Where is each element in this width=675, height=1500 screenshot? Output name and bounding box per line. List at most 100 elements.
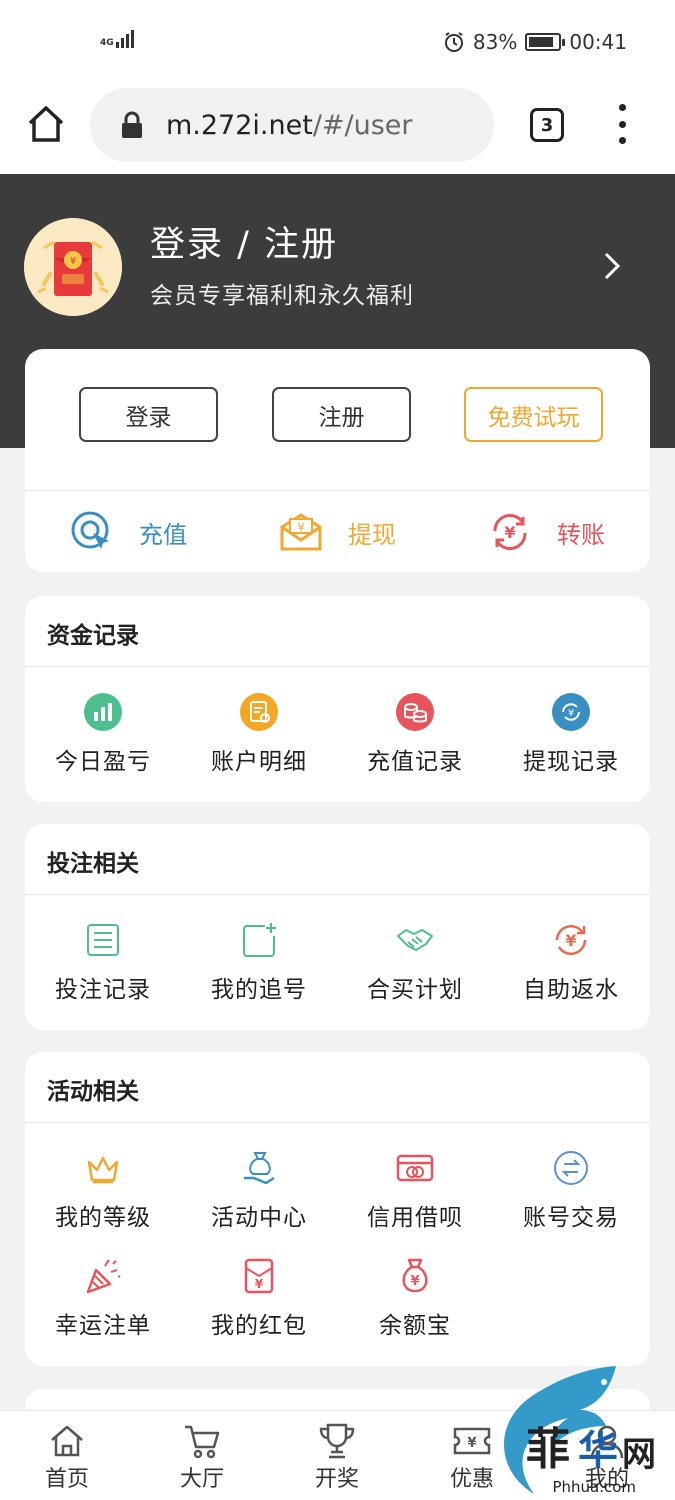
svg-text:¥: ¥	[504, 523, 515, 542]
bar-chart-icon	[84, 693, 122, 731]
item-label: 余额宝	[379, 1313, 451, 1339]
home-icon	[51, 1425, 83, 1457]
divider	[25, 490, 650, 491]
add-square-icon	[243, 923, 276, 957]
my-level-item[interactable]: 我的等级	[25, 1148, 181, 1232]
chevron-right-icon[interactable]	[600, 248, 624, 284]
item-label: 充值记录	[367, 749, 463, 775]
lucky-bet-item[interactable]: 幸运注单	[25, 1256, 181, 1340]
svg-text:¥: ¥	[568, 708, 574, 719]
signal-bar	[120, 38, 124, 48]
item-label: 我的等级	[55, 1205, 151, 1231]
red-envelope-icon: ¥	[244, 1258, 274, 1294]
nav-label: 我的	[584, 1467, 629, 1492]
recharge-button[interactable]: 充值	[69, 509, 187, 555]
alarm-icon	[444, 32, 463, 52]
clock: 00:41	[569, 30, 627, 54]
my-red-envelope-item[interactable]: ¥ 我的红包	[181, 1256, 337, 1340]
ticket-icon: ¥	[453, 1427, 491, 1455]
item-label: 我的追号	[211, 977, 307, 1003]
divider	[25, 1122, 650, 1123]
bet-records-item[interactable]: 投注记录	[25, 920, 181, 1004]
divider	[25, 666, 650, 667]
signal-bar	[125, 34, 129, 48]
login-title[interactable]: 登录 / 注册	[150, 216, 338, 267]
svg-text:¥: ¥	[467, 1436, 476, 1451]
yuan-cycle-icon: ¥	[555, 924, 587, 956]
self-rebate-item[interactable]: ¥ 自助返水	[493, 920, 649, 1004]
withdraw-label: 提现	[348, 520, 396, 549]
group-buy-item[interactable]: 合买计划	[337, 920, 493, 1004]
list-icon	[87, 924, 119, 956]
register-button[interactable]: 注册	[272, 387, 411, 442]
signal-bar	[115, 42, 119, 48]
url-host: m.272i.net	[166, 109, 313, 141]
tab-switcher-button[interactable]: 3	[530, 108, 564, 142]
nav-home[interactable]: 首页	[27, 1421, 107, 1493]
auth-card: 登录 注册 免费试玩 充值 ¥ 提现 ¥ 转账	[25, 349, 650, 572]
account-details-item[interactable]: 账户明细	[181, 692, 337, 776]
section-title: 投注相关	[47, 851, 139, 877]
avatar[interactable]: ¥	[24, 218, 122, 316]
withdraw-button[interactable]: ¥ 提现	[278, 509, 396, 555]
account-trade-item[interactable]: 账号交易	[493, 1148, 649, 1232]
transfer-icon: ¥	[493, 513, 527, 551]
red-envelope-avatar-icon: ¥	[24, 218, 122, 316]
today-profit-item[interactable]: 今日盈亏	[25, 692, 181, 776]
handshake-icon	[397, 929, 433, 951]
transfer-button[interactable]: ¥ 转账	[487, 509, 605, 555]
credit-loan-item[interactable]: 信用借呗	[337, 1148, 493, 1232]
envelope-icon: ¥	[280, 513, 322, 551]
item-label: 账户明细	[211, 749, 307, 775]
document-icon	[240, 693, 278, 731]
party-popper-icon	[86, 1259, 121, 1294]
betting-card: 投注相关 投注记录 我的追号 合买计划 ¥ 自助返水	[25, 824, 650, 1030]
url-path: /#/user	[312, 109, 413, 141]
recharge-label: 充值	[139, 520, 187, 549]
nav-mine[interactable]: 我的	[567, 1421, 647, 1493]
login-button[interactable]: 登录	[79, 387, 218, 442]
svg-text:¥: ¥	[255, 1277, 264, 1291]
item-label: 投注记录	[55, 977, 151, 1003]
status-bar: 4G 83% 00:41	[0, 0, 675, 80]
url-text: m.272i.net/#/user	[166, 110, 413, 141]
address-bar[interactable]: m.272i.net/#/user	[90, 88, 494, 162]
item-label: 今日盈亏	[55, 749, 151, 775]
money-bag-hand-icon	[244, 1152, 275, 1185]
nav-label: 首页	[44, 1467, 89, 1492]
nav-hall[interactable]: 大厅	[162, 1421, 242, 1493]
item-label: 幸运注单	[55, 1313, 151, 1339]
recharge-icon	[71, 511, 109, 549]
my-chase-item[interactable]: 我的追号	[181, 920, 337, 1004]
battery-level	[529, 37, 553, 47]
recharge-records-item[interactable]: 充值记录	[337, 692, 493, 776]
activity-center-item[interactable]: 活动中心	[181, 1148, 337, 1232]
card-icon	[396, 1154, 434, 1182]
browser-menu-icon[interactable]	[614, 104, 630, 144]
activities-card: 活动相关 我的等级 活动中心 信用借呗 账号交易 幸运注单 ¥ 我的红包 ¥ 余…	[25, 1052, 650, 1366]
section-title: 资金记录	[47, 623, 139, 649]
login-subtitle: 会员专享福利和永久福利	[150, 283, 414, 309]
yuan-refresh-icon: ¥	[552, 693, 590, 731]
network-type: 4G	[100, 38, 114, 48]
withdraw-records-item[interactable]: ¥ 提现记录	[493, 692, 649, 776]
item-label: 提现记录	[523, 749, 619, 775]
svg-text:¥: ¥	[70, 256, 76, 267]
lock-icon	[122, 111, 142, 138]
exchange-icon	[554, 1151, 588, 1185]
nav-promotions[interactable]: ¥ 优惠	[432, 1421, 512, 1493]
home-icon[interactable]	[24, 102, 68, 146]
section-title: 活动相关	[47, 1079, 139, 1105]
svg-text:¥: ¥	[410, 1274, 419, 1289]
nav-label: 开奖	[314, 1467, 359, 1492]
battery-percent: 83%	[472, 30, 518, 54]
yuebao-item[interactable]: ¥ 余额宝	[337, 1256, 493, 1340]
nav-lottery-results[interactable]: 开奖	[297, 1421, 377, 1493]
cart-icon	[185, 1425, 220, 1459]
money-bag-icon: ¥	[402, 1258, 428, 1293]
item-label: 活动中心	[211, 1205, 307, 1231]
free-trial-button[interactable]: 免费试玩	[464, 387, 603, 442]
funds-records-card: 资金记录 今日盈亏 账户明细 充值记录 ¥ 提现记录	[25, 596, 650, 802]
crown-icon	[87, 1156, 119, 1184]
divider	[25, 894, 650, 895]
